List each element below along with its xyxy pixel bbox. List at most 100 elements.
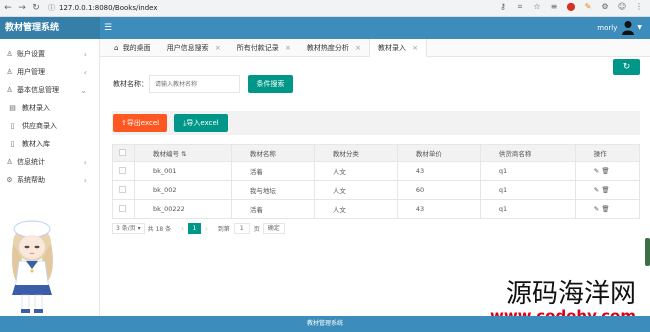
export-excel-button[interactable]: ⇪导出excel xyxy=(113,114,167,132)
tab-label: 我的桌面 xyxy=(122,43,151,52)
delete-icon[interactable]: 🗑 xyxy=(601,205,609,213)
tab-book-entry[interactable]: 教材录入 × xyxy=(369,38,428,57)
prev-page-icon[interactable]: ‹ xyxy=(181,225,184,233)
home-icon: ⌂ xyxy=(114,43,119,52)
chevron-left-icon: ‹ xyxy=(83,49,87,59)
sidebar-item-label: 基本信息管理 xyxy=(17,86,59,94)
current-page[interactable]: 1 xyxy=(187,223,201,234)
key-icon[interactable]: ⚷ xyxy=(498,2,508,12)
sidebar-item-label: 系统帮助 xyxy=(17,176,45,184)
cell-supplier: q1 xyxy=(479,199,576,219)
tab-payment-records[interactable]: 所有付款记录 × xyxy=(229,39,299,57)
search-input[interactable] xyxy=(149,75,240,93)
person-icon: ♙ xyxy=(6,50,13,58)
user-name: morly xyxy=(597,23,618,32)
opera-icon[interactable]: ⬤ xyxy=(566,2,576,12)
cell-id: bk_001 xyxy=(134,161,232,181)
row-checkbox[interactable] xyxy=(119,166,126,174)
close-icon[interactable]: × xyxy=(412,44,418,52)
cell-actions: ✎ 🗑 xyxy=(574,180,641,200)
delete-icon[interactable]: 🗑 xyxy=(601,167,609,175)
close-icon[interactable]: × xyxy=(215,44,221,52)
user-menu[interactable]: morly ▼ xyxy=(597,20,642,35)
table-header-row: 教材编号 ⇅ 教材名称 教材分类 教材单价 供货商名称 操作 xyxy=(112,144,641,162)
table-row: bk_001 活着 人文 43 q1 ✎ 🗑 xyxy=(112,161,641,181)
sidebar-subitem-stock-in[interactable]: ▯ 教材入库 xyxy=(0,135,99,153)
goto-confirm-button[interactable]: 确定 xyxy=(262,223,285,234)
person-icon: ♙ xyxy=(6,68,13,76)
col-header-actions: 操作 xyxy=(574,144,641,162)
row-checkbox[interactable] xyxy=(119,185,126,193)
close-icon[interactable]: × xyxy=(355,44,361,52)
menu-toggle-icon[interactable]: ☰ xyxy=(104,23,114,33)
refresh-icon: ↻ xyxy=(622,62,631,72)
tab-label: 所有付款记录 xyxy=(236,43,279,52)
goto-page-input[interactable]: 1 xyxy=(233,223,250,234)
next-page-icon[interactable]: › xyxy=(205,225,208,233)
sidebar-item-label: 用户管理 xyxy=(17,68,45,76)
caret-down-icon: ▼ xyxy=(637,24,642,31)
sidebar-item-users[interactable]: ♙ 用户管理 ‹ xyxy=(0,63,99,81)
refresh-button[interactable]: ↻ xyxy=(613,59,640,75)
sidebar-item-basic-info[interactable]: ♙ 基本信息管理 ⌄ xyxy=(0,81,99,99)
cell-supplier: q1 xyxy=(479,180,576,200)
chevron-down-icon: ⌄ xyxy=(80,85,87,95)
extension-icon[interactable]: ✎ xyxy=(583,2,593,12)
more-icon[interactable]: ⋮ xyxy=(634,2,644,12)
search-button[interactable]: 条件搜索 xyxy=(248,75,293,93)
sidebar-subitem-supplier-entry[interactable]: ▯ 供应商录入 xyxy=(0,117,99,135)
page-size-select[interactable]: 3 条/页 ▾ xyxy=(112,223,145,234)
tab-label: 教材热度分析 xyxy=(306,43,349,52)
tabs-bar: ⌂ 我的桌面 用户信息搜索 × 所有付款记录 × 教材热度分析 × 教材录入 × xyxy=(100,38,650,57)
sidebar-subitem-label: 教材入库 xyxy=(22,140,50,148)
edit-icon[interactable]: ✎ xyxy=(594,205,599,213)
translate-icon[interactable]: ⌗ xyxy=(515,2,525,12)
cell-price: 43 xyxy=(396,199,481,219)
edit-icon[interactable]: ✎ xyxy=(594,167,599,175)
sidebar-item-help[interactable]: ⚙ 系统帮助 ‹ xyxy=(0,171,99,189)
menu-icon[interactable]: ≡ xyxy=(549,2,559,12)
sidebar-subitem-book-entry[interactable]: ▤ 教材录入 xyxy=(0,99,99,117)
col-header-price: 教材单价 xyxy=(396,144,481,162)
pagination: 3 条/页 ▾ 共 18 条 ‹ 1 › 到第 1 页 确定 xyxy=(112,223,285,234)
side-panel-handle[interactable] xyxy=(645,238,650,266)
sort-icon[interactable]: ⇅ xyxy=(181,150,186,158)
table-toolbar: ⇪导出excel ⤓导入excel xyxy=(112,111,640,135)
back-icon[interactable]: ← xyxy=(2,2,14,14)
forward-icon[interactable]: → xyxy=(16,2,28,14)
info-icon: ⓘ xyxy=(48,4,55,12)
puzzle-icon[interactable]: ⚙ xyxy=(600,2,610,12)
tab-label: 用户信息搜索 xyxy=(166,43,209,52)
profile-icon[interactable]: ☺ xyxy=(617,2,627,12)
tab-label: 教材录入 xyxy=(378,43,407,52)
import-excel-button[interactable]: ⤓导入excel xyxy=(174,114,228,132)
extension-icons: ⚷ ⌗ ☆ ≡ ⬤ ✎ ⚙ ☺ ⋮ xyxy=(498,2,644,12)
edit-icon[interactable]: ✎ xyxy=(594,186,599,194)
cell-actions: ✎ 🗑 xyxy=(574,199,641,219)
address-bar[interactable]: ⓘ 127.0.0.1:8080/Books/index xyxy=(48,2,158,14)
delete-icon[interactable]: 🗑 xyxy=(601,186,609,194)
close-icon[interactable]: × xyxy=(285,44,291,52)
cell-category: 人文 xyxy=(313,161,398,181)
total-count: 共 18 条 xyxy=(147,226,172,233)
tab-user-search[interactable]: 用户信息搜索 × xyxy=(159,39,229,57)
cell-price: 43 xyxy=(396,161,481,181)
col-header-id[interactable]: 教材编号 ⇅ xyxy=(134,144,232,162)
row-checkbox[interactable] xyxy=(119,204,126,212)
gear-icon: ⚙ xyxy=(6,176,13,184)
cell-category: 人文 xyxy=(313,199,398,219)
star-icon[interactable]: ☆ xyxy=(532,2,542,12)
cell-category: 人文 xyxy=(313,180,398,200)
main-content: ⌂ 我的桌面 用户信息搜索 × 所有付款记录 × 教材热度分析 × 教材录入 ×… xyxy=(100,38,650,316)
select-all-checkbox[interactable] xyxy=(119,148,126,156)
tab-home[interactable]: ⌂ 我的桌面 xyxy=(106,39,159,57)
sidebar-item-account[interactable]: ♙ 账户设置 ‹ xyxy=(0,45,99,63)
cell-price: 60 xyxy=(396,180,481,200)
reload-icon[interactable]: ↻ xyxy=(30,2,42,14)
search-form: 教材名称： 条件搜索 xyxy=(113,75,293,93)
chevron-left-icon: ‹ xyxy=(83,157,87,167)
watermark-title: 源码海洋网 xyxy=(505,279,636,309)
cell-name: 我与地坛 xyxy=(230,180,315,200)
sidebar-item-statistics[interactable]: ♙ 信息统计 ‹ xyxy=(0,153,99,171)
tab-book-popularity[interactable]: 教材热度分析 × xyxy=(299,39,369,57)
